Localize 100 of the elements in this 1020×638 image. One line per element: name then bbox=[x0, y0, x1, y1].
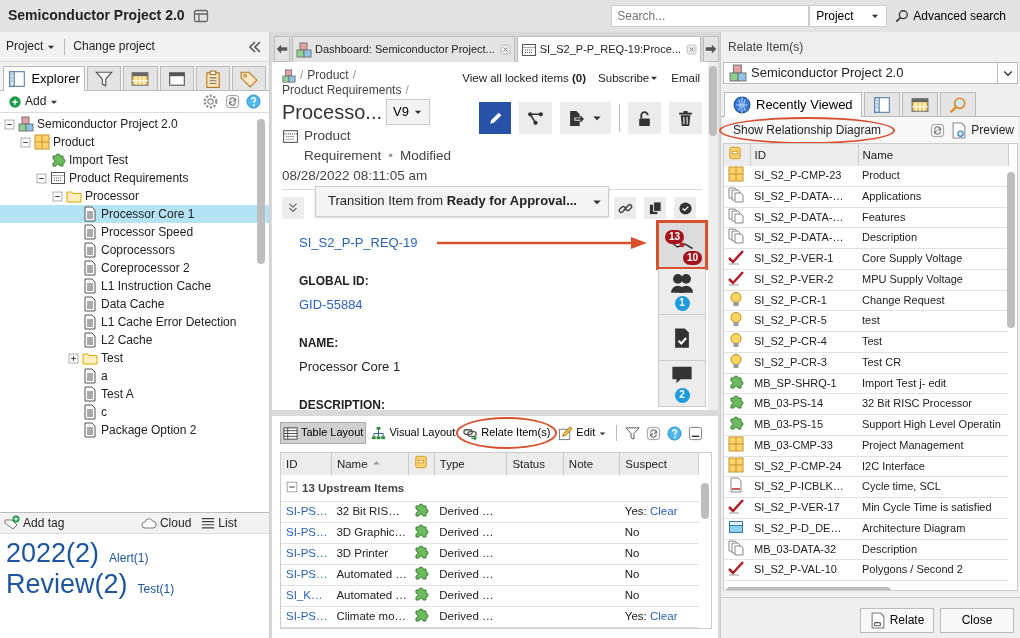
dialog-button[interactable]: Relate bbox=[860, 608, 934, 633]
tree-item[interactable]: Processor Speed bbox=[0, 223, 269, 241]
advanced-search-link[interactable]: Advanced search bbox=[895, 8, 1006, 24]
item-link[interactable]: SI-PS… bbox=[286, 526, 328, 539]
relationship-diagram-button[interactable]: Show Relationship Diagram bbox=[733, 122, 882, 138]
tree-item[interactable]: Data Cache bbox=[0, 295, 269, 313]
tree-item[interactable]: Product bbox=[0, 133, 269, 151]
breadcrumb-link[interactable]: Product Requirements bbox=[282, 83, 402, 98]
tree-item[interactable]: Product Requirements bbox=[0, 169, 269, 187]
version-dropdown[interactable]: V9 bbox=[386, 99, 430, 125]
tree-item[interactable]: Coreprocessor 2 bbox=[0, 259, 269, 277]
tree-item[interactable]: Coprocessors bbox=[0, 241, 269, 259]
tree-item[interactable]: a bbox=[0, 367, 269, 385]
tree-item[interactable]: Processor Core 1 bbox=[0, 205, 269, 223]
email-link[interactable]: Email bbox=[671, 70, 700, 86]
table-cell: I2C Interface bbox=[858, 456, 1008, 477]
tag-link[interactable]: Review(2) bbox=[6, 569, 128, 601]
preview-button[interactable]: Preview bbox=[951, 121, 1014, 139]
column-header[interactable]: Type bbox=[434, 453, 507, 475]
column-header[interactable]: Suspect bbox=[619, 453, 699, 475]
count-badge: 13 bbox=[665, 230, 685, 244]
tree-item[interactable]: Test A bbox=[0, 385, 269, 403]
subscribe-menu[interactable]: Subscribe bbox=[598, 70, 660, 86]
cloud-view-button[interactable]: Cloud bbox=[140, 515, 192, 531]
list-view-button[interactable]: List bbox=[201, 515, 237, 531]
tag-link[interactable]: 2022(2) bbox=[6, 538, 100, 570]
tree-item[interactable]: L1 Cache Error Detection bbox=[0, 313, 269, 331]
field-value: Processor Core 1 bbox=[299, 359, 402, 375]
table-cell: Cycle time, SCL bbox=[858, 476, 1008, 498]
suspect-value: Yes: bbox=[624, 610, 647, 623]
table-cell: MB_03-DATA-32 bbox=[750, 539, 858, 560]
document-tab[interactable]: Dashboard: Semiconductor Project... bbox=[292, 36, 515, 62]
project-menu[interactable]: Project bbox=[6, 39, 57, 54]
modified-date: 08/28/2022 08:11:05 am bbox=[282, 167, 428, 185]
count-badge: 1 bbox=[674, 296, 690, 311]
table-cell: SI_S2_P-CR-5 bbox=[750, 310, 858, 332]
table-cell: Derived … bbox=[434, 606, 507, 627]
toolbar-button[interactable]: Edit bbox=[555, 422, 611, 444]
tree-item[interactable]: Test bbox=[0, 349, 269, 367]
change-project-link[interactable]: Change project bbox=[73, 39, 155, 54]
table-cell: SI_S2_P-CR-3 bbox=[750, 352, 858, 373]
table-cell: Description bbox=[858, 539, 1008, 560]
table-cell: Derived … bbox=[434, 585, 507, 606]
tag-link[interactable]: Alert(1) bbox=[109, 551, 149, 566]
item-link[interactable]: GID-55884 bbox=[299, 297, 363, 313]
table-cell: SI_S2_P-VER-2 bbox=[750, 269, 858, 290]
column-header[interactable]: Name bbox=[858, 144, 1008, 166]
table-cell: Automated … bbox=[331, 585, 409, 606]
tag-link[interactable]: Test(1) bbox=[137, 582, 175, 598]
tree-item[interactable]: c bbox=[0, 403, 269, 421]
item-type: Product Requirement bbox=[304, 127, 382, 165]
field-label: DESCRIPTION: bbox=[299, 398, 386, 414]
add-button[interactable]: Add bbox=[8, 94, 60, 109]
item-link[interactable]: SI_S2_P-P_REQ-19 bbox=[299, 235, 418, 251]
locked-items-link[interactable]: View all locked items (0) bbox=[462, 70, 587, 86]
column-header[interactable]: ID bbox=[750, 144, 858, 166]
item-link[interactable]: SI-PS… bbox=[286, 547, 328, 560]
side-panel-tab[interactable]: 13 10 bbox=[658, 223, 706, 269]
toolbar-button[interactable]: Visual Layout bbox=[368, 422, 459, 444]
column-header[interactable]: Name bbox=[331, 453, 409, 475]
breadcrumb-link[interactable]: Product bbox=[307, 68, 349, 83]
clear-link[interactable]: Clear bbox=[650, 610, 678, 623]
table-cell: MB_03-PS-15 bbox=[750, 414, 858, 436]
tree-item[interactable]: Processor bbox=[0, 187, 269, 205]
tab[interactable]: Recently Viewed bbox=[724, 92, 862, 117]
add-tag-button[interactable]: Add tag bbox=[4, 515, 65, 531]
project-dropdown[interactable]: Semiconductor Project 2.0 bbox=[723, 62, 1018, 84]
tree-item[interactable]: L2 Cache bbox=[0, 331, 269, 349]
suspect-value: No bbox=[624, 568, 640, 581]
table-cell: SI_S2_P-DATA-… bbox=[750, 207, 858, 228]
table-cell: MB_SP-SHRQ-1 bbox=[750, 373, 858, 394]
document-tab[interactable]: SI_S2_P-P_REQ-19:Proce... bbox=[516, 36, 701, 62]
tree-item[interactable]: L1 Instruction Cache bbox=[0, 277, 269, 295]
clear-link[interactable]: Clear bbox=[650, 505, 678, 518]
item-link[interactable]: SI-PS… bbox=[286, 505, 328, 518]
item-link[interactable]: SI-PS… bbox=[286, 568, 328, 581]
breadcrumb-separator: / bbox=[300, 68, 304, 83]
transition-menu[interactable]: Transition Item from Ready for Approval... bbox=[315, 186, 609, 217]
table-cell: Test CR bbox=[858, 352, 1008, 373]
column-header[interactable]: Status bbox=[506, 453, 564, 475]
table-cell: SI_S2_P-ICBLK… bbox=[750, 476, 858, 498]
panel-title: Relate Item(s) bbox=[727, 38, 805, 56]
search-field[interactable]: Search... bbox=[611, 5, 810, 27]
table-cell: Derived … bbox=[434, 501, 507, 522]
tab[interactable]: Explorer bbox=[3, 66, 86, 91]
tree-item[interactable]: Import Test bbox=[0, 151, 269, 169]
column-header[interactable]: Note bbox=[563, 453, 620, 475]
tree-item[interactable]: Semiconductor Project 2.0 bbox=[0, 115, 269, 133]
toolbar-button[interactable]: Relate Item(s) bbox=[460, 422, 554, 444]
table-cell: Import Test j- edit bbox=[858, 373, 1008, 394]
tree-item[interactable]: Package Option 2 bbox=[0, 421, 269, 439]
toolbar-button[interactable]: Table Layout bbox=[280, 422, 367, 444]
table-cell: 3D Printer bbox=[331, 543, 409, 564]
item-link[interactable]: SI_K… bbox=[286, 589, 323, 602]
item-link[interactable]: SI-PS… bbox=[286, 610, 328, 623]
column-header[interactable]: ID bbox=[281, 453, 332, 475]
tab-label: Dashboard: Semiconductor Project... bbox=[315, 42, 495, 57]
group-header[interactable]: 13 Upstream Items bbox=[281, 475, 699, 501]
dialog-button[interactable]: Close bbox=[940, 608, 1014, 633]
scope-dropdown[interactable]: Project bbox=[809, 5, 888, 27]
